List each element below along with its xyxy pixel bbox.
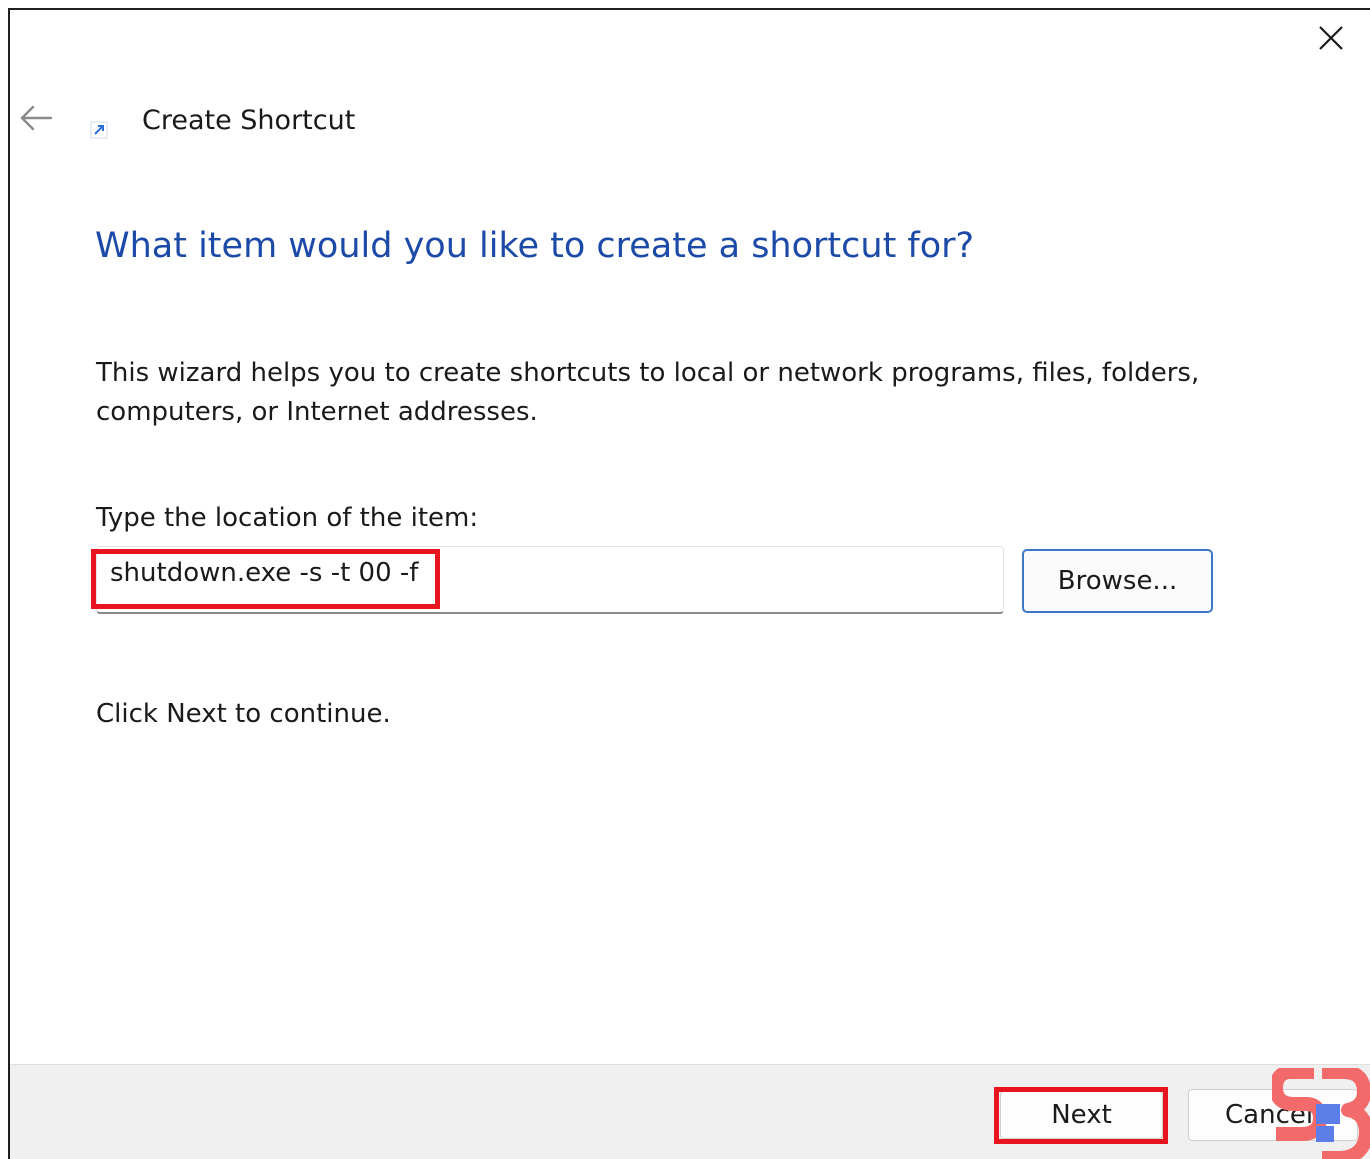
- location-label: Type the location of the item:: [96, 503, 479, 533]
- close-icon: [1319, 26, 1343, 50]
- next-button[interactable]: Next: [1000, 1091, 1163, 1139]
- window-title: Create Shortcut: [142, 105, 356, 136]
- back-arrow-icon: [20, 105, 53, 131]
- location-input[interactable]: shutdown.exe -s -t 00 -f: [96, 546, 1004, 614]
- cancel-button[interactable]: Cancel: [1188, 1089, 1358, 1141]
- continue-hint: Click Next to continue.: [96, 699, 391, 729]
- wizard-heading: What item would you like to create a sho…: [95, 226, 975, 266]
- back-button[interactable]: [16, 100, 56, 136]
- close-button[interactable]: [1313, 20, 1349, 56]
- wizard-description: This wizard helps you to create shortcut…: [96, 358, 1200, 427]
- browse-button[interactable]: Browse...: [1022, 549, 1213, 613]
- footer-bar: [10, 1064, 1370, 1159]
- shortcut-arrow-icon: [90, 121, 108, 139]
